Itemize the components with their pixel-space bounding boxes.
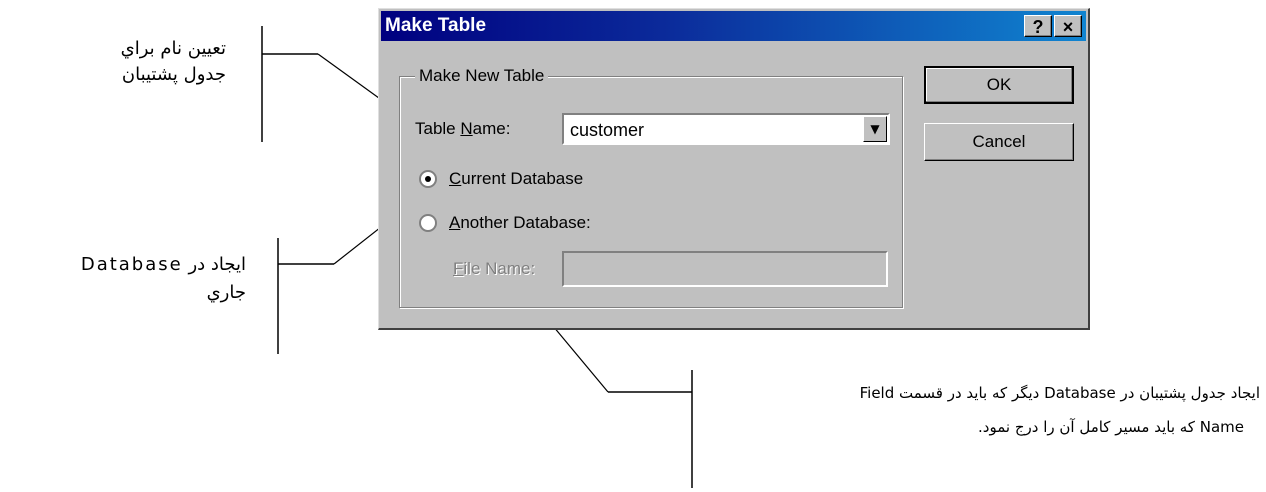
annotation-current-db-line2: جاري <box>206 282 246 303</box>
close-button[interactable]: × <box>1054 15 1082 37</box>
current-database-radio[interactable] <box>419 170 437 188</box>
make-table-dialog: Make Table ? × Make New Table Table Name… <box>378 8 1090 330</box>
dialog-title: Make Table <box>385 15 487 36</box>
table-name-combobox[interactable]: customer ▼ <box>562 113 890 145</box>
group-label: Make New Table <box>415 66 549 86</box>
annotation-table-name-line1: تعيين نام براي <box>120 38 226 59</box>
radio-selected-dot <box>425 176 431 182</box>
current-database-label[interactable]: Current Database <box>449 169 583 189</box>
annotation-other-db-line1: ايجاد جدول پشتيبان در Database ديگر كه ب… <box>859 384 1260 402</box>
file-name-label: File Name: <box>453 259 536 278</box>
ok-button[interactable]: OK <box>924 66 1074 104</box>
title-bar[interactable]: Make Table ? × <box>381 11 1086 41</box>
table-name-label: Table Name: <box>415 119 511 138</box>
cancel-button[interactable]: Cancel <box>924 123 1074 161</box>
dropdown-arrow-icon[interactable]: ▼ <box>863 116 887 142</box>
annotation-table-name-line2: جدول پشتيبان <box>121 64 226 85</box>
help-button[interactable]: ? <box>1024 15 1052 37</box>
another-database-label[interactable]: Another Database: <box>449 213 591 233</box>
annotation-other-db-line2: Name كه بايد مسير كامل آن را درج نمود. <box>978 418 1244 436</box>
another-database-radio[interactable] <box>419 214 437 232</box>
annotation-current-db-line1: ايجاد در Database <box>80 254 246 275</box>
file-name-input[interactable] <box>562 251 888 287</box>
table-name-value[interactable]: customer <box>570 120 644 141</box>
